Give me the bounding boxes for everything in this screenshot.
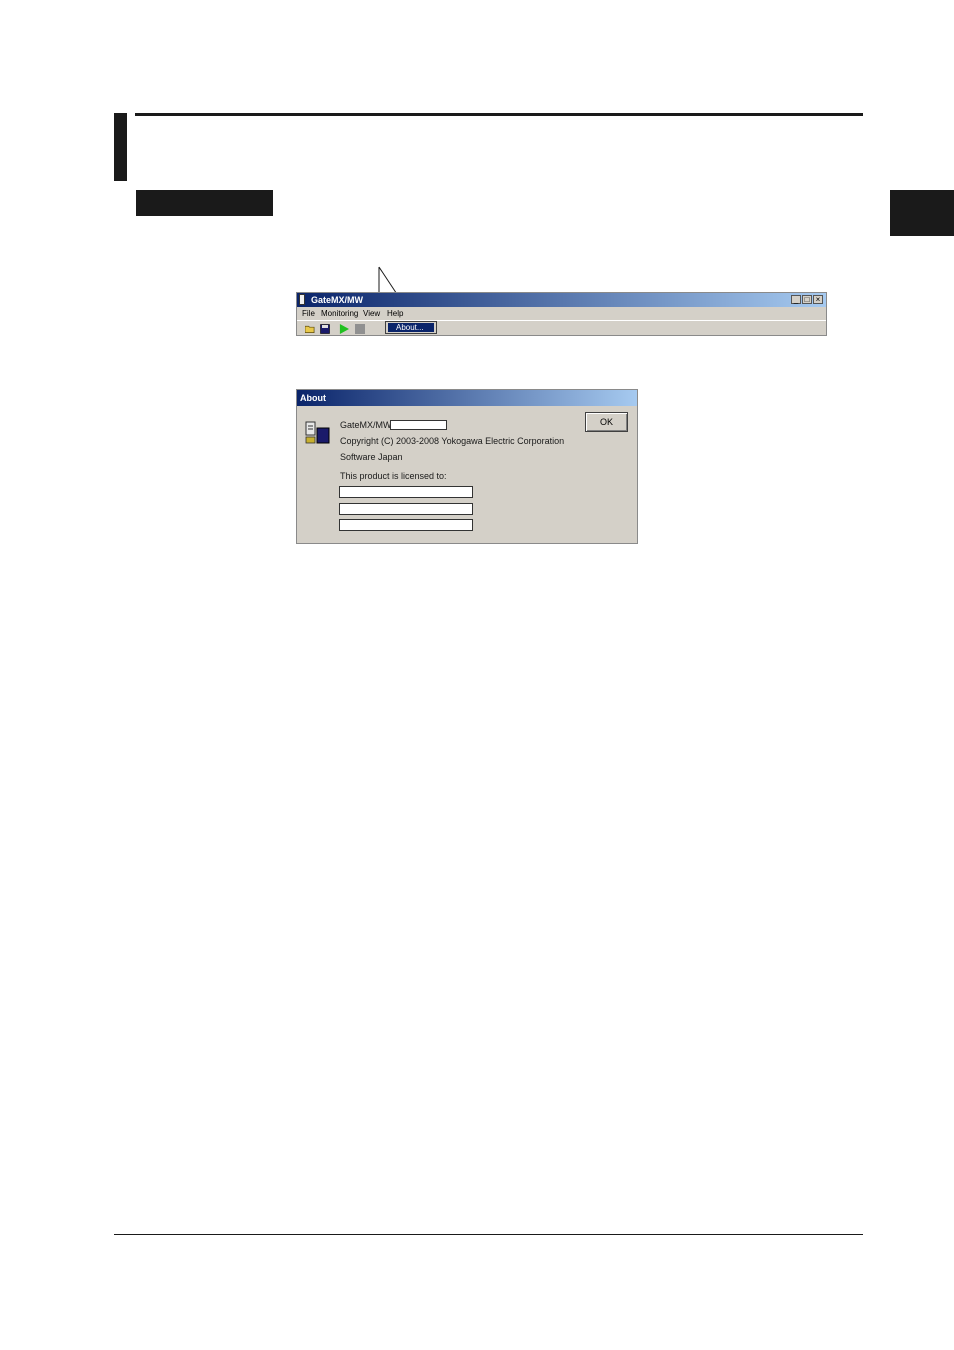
help-menu-dropdown: About...: [385, 321, 437, 334]
save-icon[interactable]: [320, 324, 330, 334]
about-menu-item[interactable]: About...: [388, 323, 434, 332]
menu-help[interactable]: Help: [387, 307, 403, 320]
top-rule: [135, 113, 863, 116]
product-icon: [305, 421, 330, 444]
start-play-icon[interactable]: [339, 324, 349, 334]
bottom-rule: [114, 1234, 863, 1235]
about-dialog-title: About: [300, 393, 326, 403]
copyright-text: Copyright (C) 2003-2008 Yokogawa Electri…: [340, 436, 565, 446]
toolbar: [297, 320, 826, 337]
stop-icon[interactable]: [355, 324, 365, 334]
app-icon: [299, 294, 305, 305]
close-button[interactable]: ×: [813, 295, 823, 304]
menu-view[interactable]: View: [363, 307, 380, 320]
main-window-titlebar: GateMX/MW _ □ ×: [297, 293, 826, 307]
license-company-field: [339, 503, 473, 515]
minimize-button[interactable]: _: [791, 295, 801, 304]
main-window-title: GateMX/MW: [311, 295, 364, 305]
menu-monitoring[interactable]: Monitoring: [321, 307, 358, 320]
section-marker-bar: [114, 113, 127, 181]
section-label-block: [136, 190, 273, 216]
license-serial-field: [339, 519, 473, 531]
license-user-field: [339, 486, 473, 498]
open-folder-icon[interactable]: [305, 324, 315, 334]
product-name: GateMX/MW: [340, 420, 392, 430]
about-dialog: About GateMX/MW Copyright (C) 2003-2008 …: [296, 389, 638, 544]
menu-bar: File Monitoring View Help: [297, 307, 826, 320]
about-dialog-titlebar: About: [297, 390, 637, 406]
ok-button[interactable]: OK: [585, 412, 628, 432]
maximize-button[interactable]: □: [802, 295, 812, 304]
main-window: GateMX/MW _ □ × File Monitoring View Hel…: [296, 292, 827, 336]
chapter-edge-tab: [890, 190, 954, 236]
licensed-to-label: This product is licensed to:: [340, 471, 447, 481]
company-text: Software Japan: [340, 452, 403, 462]
version-field: [390, 420, 447, 430]
menu-file[interactable]: File: [302, 307, 315, 320]
